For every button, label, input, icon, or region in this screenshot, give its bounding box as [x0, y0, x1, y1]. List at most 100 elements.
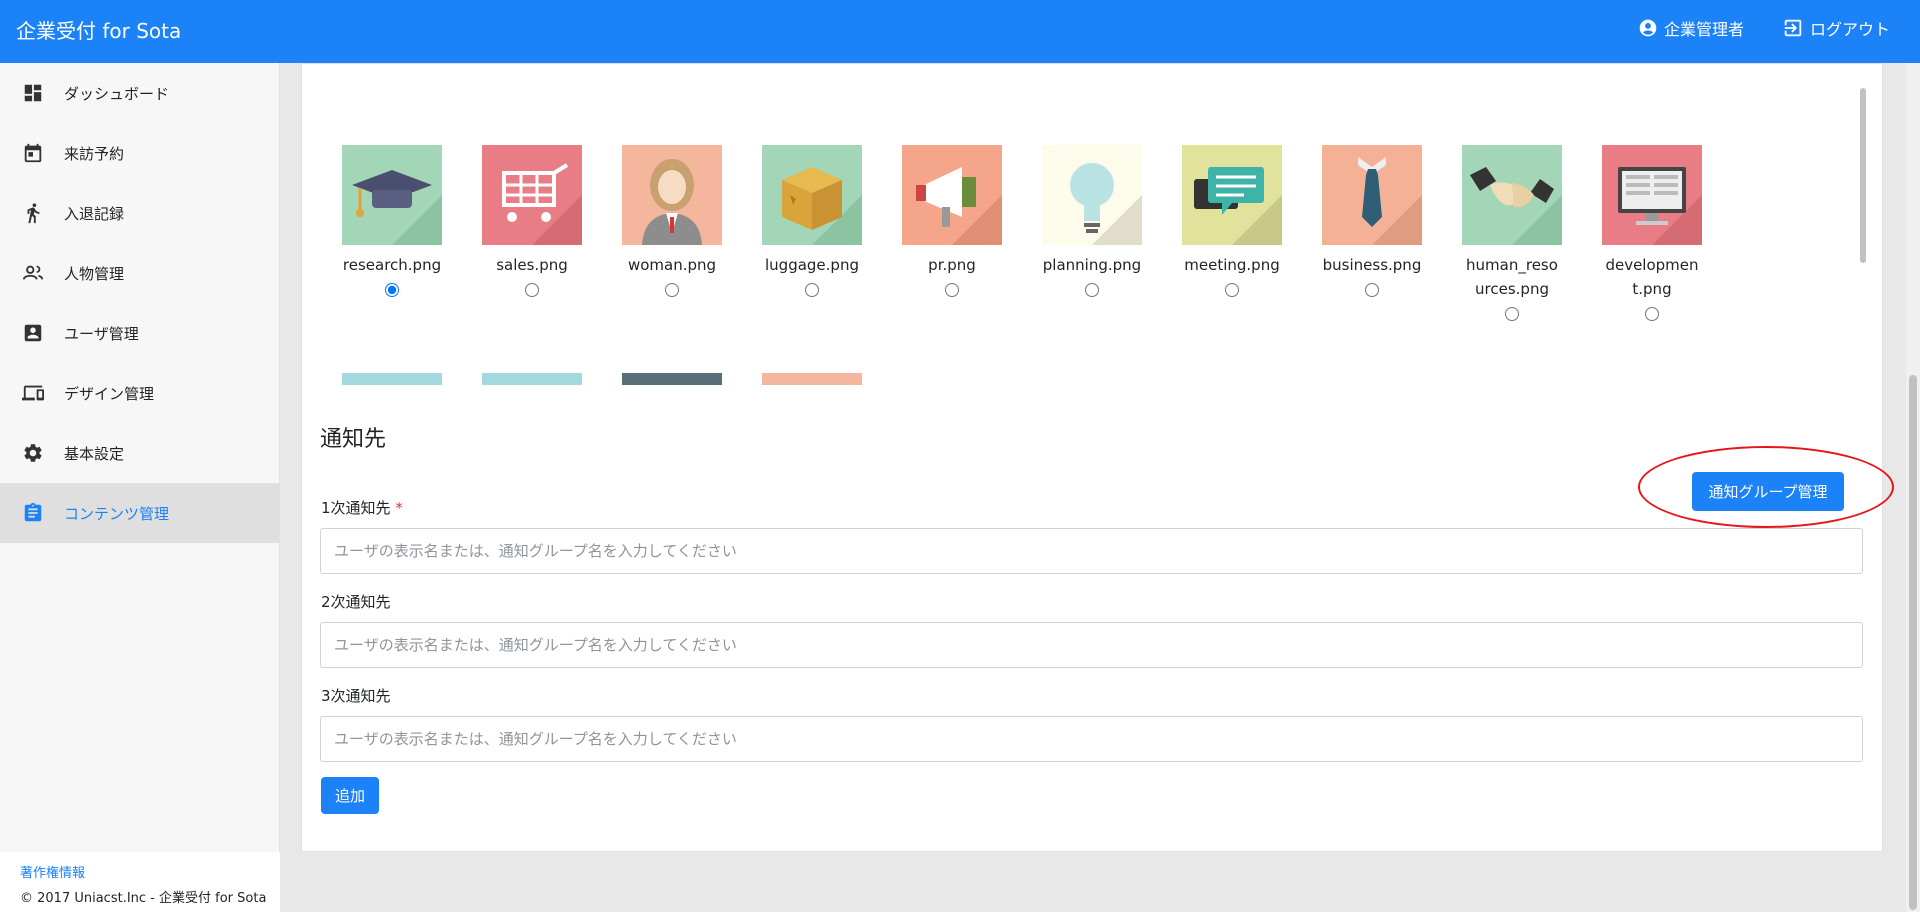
sidebar-footer: 著作権情報 © 2017 Uniacst.Inc - 企業受付 for Sota — [0, 852, 280, 912]
box-icon — [782, 167, 862, 245]
add-button[interactable]: 追加 — [321, 777, 379, 814]
pr-thumbnail[interactable] — [902, 145, 1002, 245]
gear-icon — [20, 440, 46, 466]
image-radio[interactable] — [665, 283, 679, 297]
lightbulb-icon — [1070, 163, 1142, 245]
sidebar: ダッシュボード 来訪予約 入退記録 人物管理 ユーザ管理 デザイン管理 基本設定… — [0, 63, 280, 912]
walk-icon — [20, 200, 46, 226]
field-label-text: 1次通知先 — [321, 499, 391, 517]
sidebar-item-label: ダッシュボード — [64, 84, 170, 103]
luggage-thumbnail[interactable] — [762, 145, 862, 245]
image-radio[interactable] — [525, 283, 539, 297]
copyright-text: © 2017 Uniacst.Inc - 企業受付 for Sota — [20, 891, 267, 906]
sidebar-item-label: 入退記録 — [64, 204, 125, 223]
secondary-notify-input[interactable] — [320, 622, 1863, 668]
sidebar-item-users[interactable]: ユーザ管理 — [0, 303, 280, 363]
field-label-secondary: 2次通知先 — [321, 591, 391, 612]
image-option-human-resources[interactable]: human_resources.png — [1462, 145, 1562, 321]
research-thumbnail[interactable] — [342, 145, 442, 245]
field-label-primary: 1次通知先 * — [321, 497, 403, 518]
image-filename: planning.png — [1042, 256, 1142, 274]
image-radio[interactable] — [805, 283, 819, 297]
image-option-partial[interactable] — [482, 373, 582, 385]
monitor-icon — [1618, 167, 1702, 245]
image-option-research[interactable]: research.png — [342, 145, 442, 297]
image-option-partial[interactable] — [342, 373, 442, 385]
image-radio[interactable] — [1645, 307, 1659, 321]
primary-notify-input[interactable] — [320, 528, 1863, 574]
image-radio[interactable] — [1225, 283, 1239, 297]
development-thumbnail[interactable] — [1602, 145, 1702, 245]
image-option-development[interactable]: development.png — [1602, 145, 1702, 321]
sidebar-item-label: 来訪予約 — [64, 144, 125, 163]
sidebar-item-people[interactable]: 人物管理 — [0, 243, 280, 303]
top-navbar: 企業受付 for Sota 企業管理者 ログアウト — [0, 0, 1920, 63]
image-option-pr[interactable]: pr.png — [902, 145, 1002, 297]
tertiary-notify-input[interactable] — [320, 716, 1863, 762]
calendar-icon — [20, 140, 46, 166]
image-radio[interactable] — [945, 283, 959, 297]
top-nav: 企業管理者 ログアウト — [1638, 0, 1890, 55]
woman-icon — [642, 159, 702, 245]
image-radio[interactable] — [1085, 283, 1099, 297]
clipboard-icon — [20, 500, 46, 526]
user-menu[interactable]: 企業管理者 — [1638, 16, 1744, 40]
woman-thumbnail[interactable] — [622, 145, 722, 245]
handshake-icon — [1470, 167, 1562, 245]
logout-link[interactable]: ログアウト — [1782, 16, 1890, 40]
sales-thumbnail[interactable] — [482, 145, 582, 245]
account-circle-icon — [1639, 19, 1657, 36]
image-option-business[interactable]: business.png — [1322, 145, 1422, 297]
image-filename: meeting.png — [1184, 256, 1280, 274]
image-filename: luggage.png — [765, 256, 859, 274]
image-picker-scrollbar[interactable] — [1858, 84, 1868, 384]
image-filename: business.png — [1322, 256, 1422, 274]
field-label-text: 2次通知先 — [321, 593, 391, 611]
sidebar-item-label: 基本設定 — [64, 444, 125, 463]
image-radio[interactable] — [1365, 283, 1379, 297]
human-resources-thumbnail[interactable] — [1462, 145, 1562, 245]
required-mark: * — [395, 499, 403, 517]
field-label-text: 3次通知先 — [321, 687, 391, 705]
graduation-cap-icon — [352, 170, 442, 245]
user-label: 企業管理者 — [1663, 19, 1744, 39]
meeting-thumbnail[interactable] — [1182, 145, 1282, 245]
megaphone-icon — [916, 167, 1002, 245]
sidebar-item-label: コンテンツ管理 — [64, 504, 170, 523]
dashboard-icon — [20, 80, 46, 106]
business-thumbnail[interactable] — [1322, 145, 1422, 245]
image-option-sales[interactable]: sales.png — [482, 145, 582, 297]
image-filename: sales.png — [496, 256, 568, 274]
logout-label: ログアウト — [1809, 19, 1890, 39]
planning-thumbnail[interactable] — [1042, 145, 1142, 245]
image-picker-scroll-thumb[interactable] — [1860, 88, 1866, 263]
sidebar-item-dashboard[interactable]: ダッシュボード — [0, 63, 280, 123]
image-filename: research.png — [342, 256, 442, 274]
sidebar-item-label: 人物管理 — [64, 264, 125, 283]
sidebar-item-reservations[interactable]: 来訪予約 — [0, 123, 280, 183]
image-option-meeting[interactable]: meeting.png — [1182, 145, 1282, 297]
sidebar-item-settings[interactable]: 基本設定 — [0, 423, 280, 483]
section-title-notify: 通知先 — [320, 427, 387, 452]
image-radio[interactable] — [1505, 307, 1519, 321]
image-option-partial[interactable] — [622, 373, 722, 385]
image-option-woman[interactable]: woman.png — [622, 145, 722, 297]
sidebar-item-contents[interactable]: コンテンツ管理 — [0, 483, 280, 543]
image-radio[interactable] — [385, 283, 399, 297]
field-label-tertiary: 3次通知先 — [321, 685, 391, 706]
notify-group-manage-button[interactable]: 通知グループ管理 — [1692, 472, 1844, 511]
image-filename: woman.png — [627, 256, 717, 274]
copyright-link[interactable]: 著作権情報 — [20, 862, 280, 881]
devices-icon — [20, 380, 46, 406]
image-option-luggage[interactable]: luggage.png — [762, 145, 862, 297]
image-filename: development.png — [1605, 256, 1699, 298]
image-option-partial[interactable] — [762, 373, 862, 385]
app-title[interactable]: 企業受付 for Sota — [16, 0, 181, 63]
page-scroll-thumb[interactable] — [1909, 375, 1917, 910]
sidebar-item-design[interactable]: デザイン管理 — [0, 363, 280, 423]
image-option-planning[interactable]: planning.png — [1042, 145, 1142, 297]
page-scrollbar[interactable] — [1906, 63, 1920, 912]
sidebar-item-entry-log[interactable]: 入退記録 — [0, 183, 280, 243]
shopping-cart-icon — [502, 163, 582, 245]
image-picker[interactable]: research.png sales.png woman.png luggage… — [322, 84, 1870, 385]
